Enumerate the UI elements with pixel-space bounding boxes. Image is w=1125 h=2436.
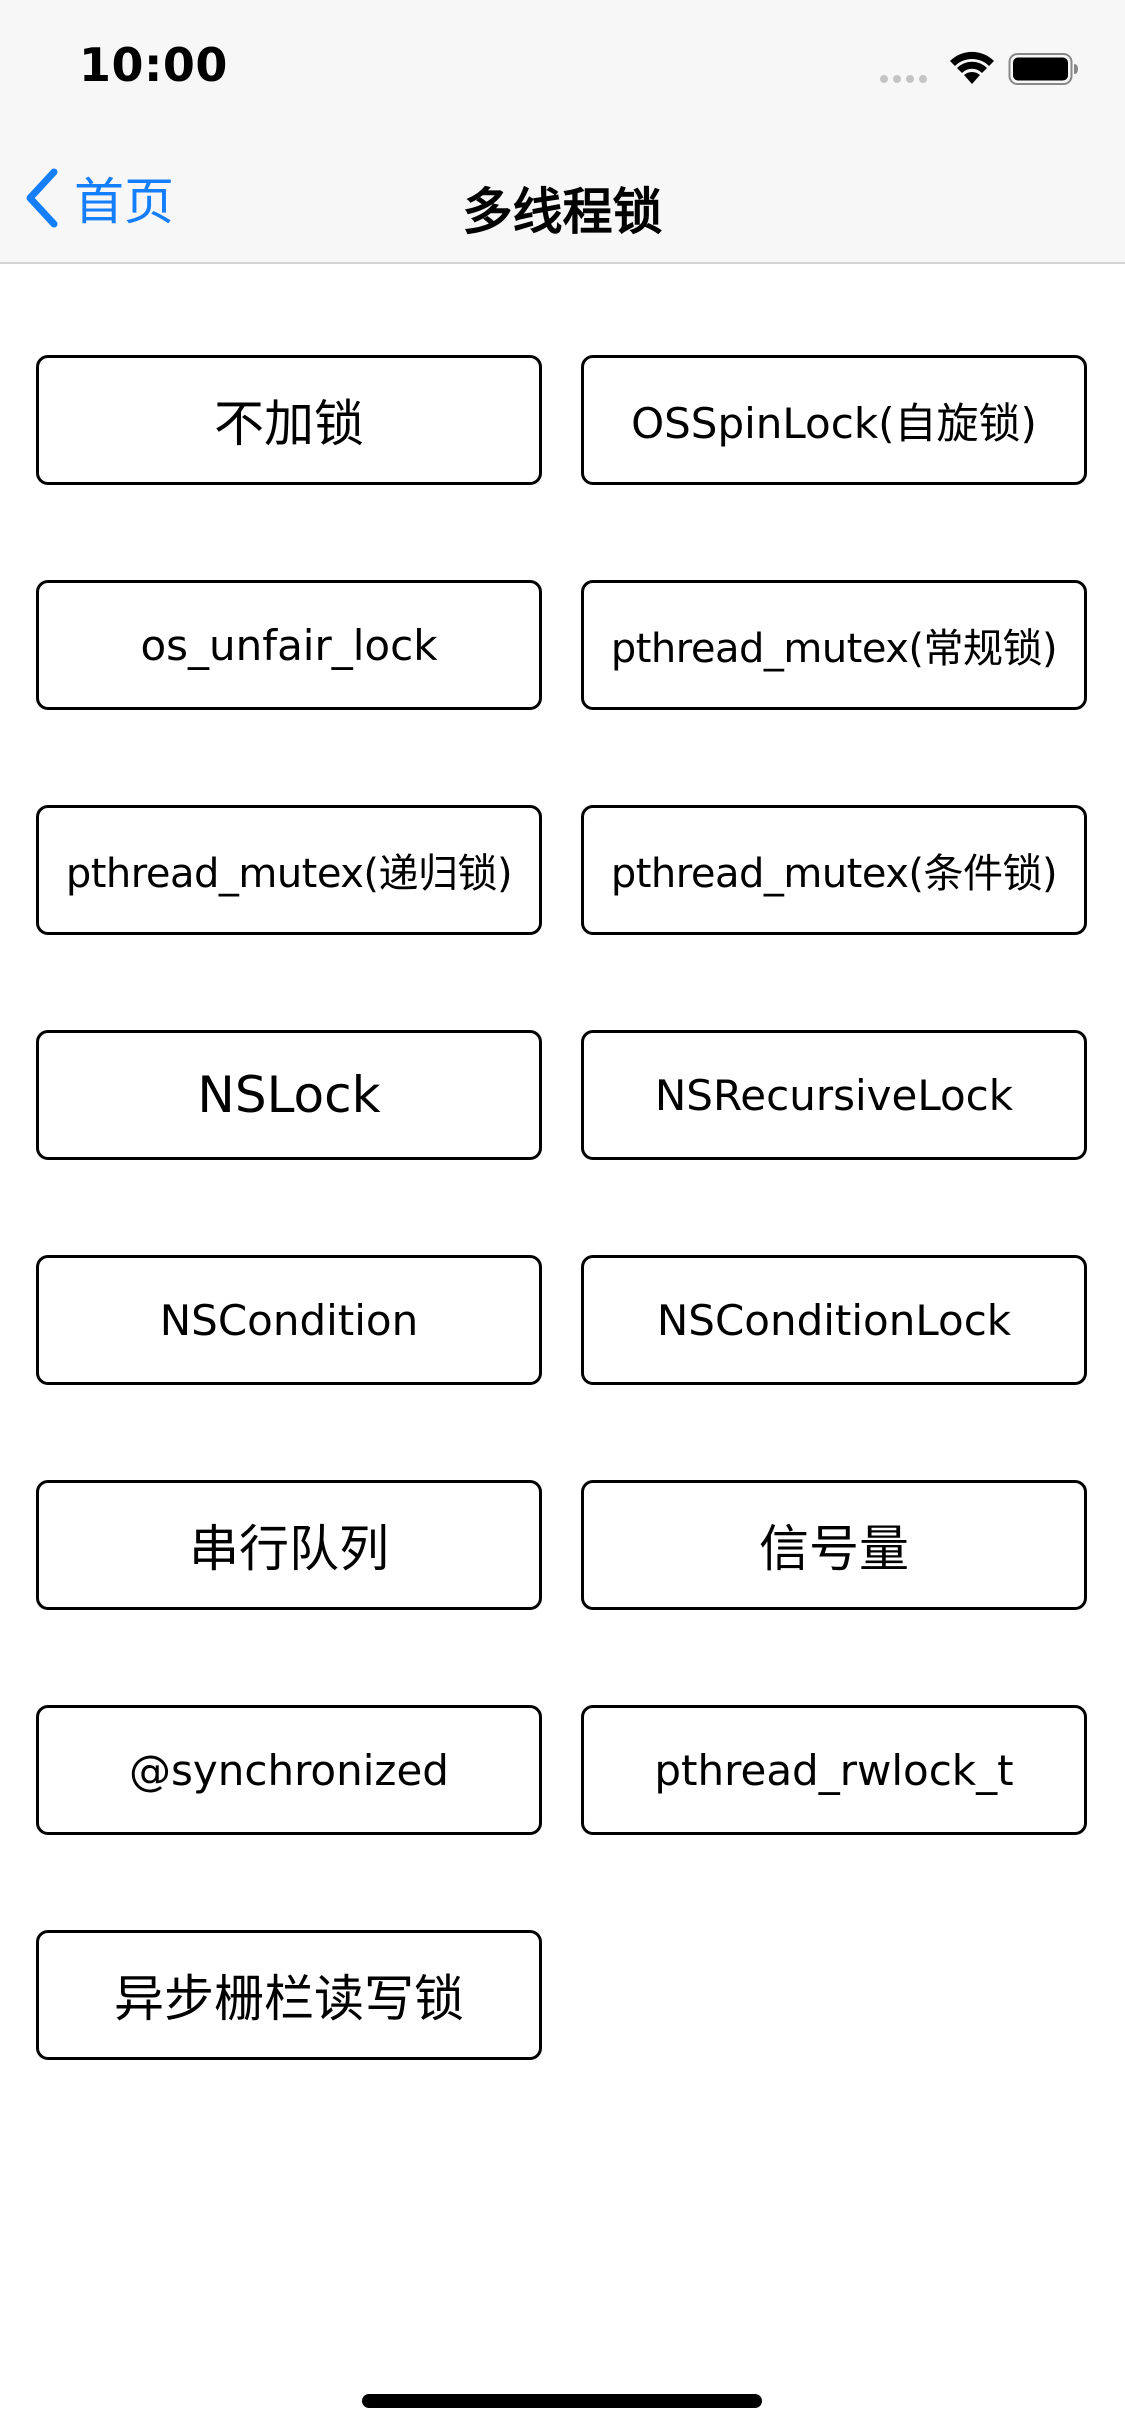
pthread-rwlock-button[interactable]: pthread_rwlock_t xyxy=(581,1705,1087,1835)
os-unfair-lock-button[interactable]: os_unfair_lock xyxy=(36,580,542,710)
page-title: 多线程锁 xyxy=(462,183,663,241)
semaphore-button[interactable]: 信号量 xyxy=(581,1480,1087,1610)
navigation-bar: 首页 多线程锁 xyxy=(0,132,1125,264)
pthread-mutex-recursive-button[interactable]: pthread_mutex(递归锁) xyxy=(36,805,542,935)
home-indicator[interactable] xyxy=(362,2394,762,2408)
battery-icon xyxy=(1008,53,1078,85)
serial-queue-button[interactable]: 串行队列 xyxy=(36,1480,542,1610)
osspinlock-button[interactable]: OSSpinLock(自旋锁) xyxy=(581,355,1087,485)
pthread-mutex-condition-button[interactable]: pthread_mutex(条件锁) xyxy=(581,805,1087,935)
pthread-mutex-normal-button[interactable]: pthread_mutex(常规锁) xyxy=(581,580,1087,710)
async-barrier-rwlock-button[interactable]: 异步栅栏读写锁 xyxy=(36,1930,542,2060)
status-bar: 10:00 xyxy=(0,0,1125,132)
nsconditionlock-button[interactable]: NSConditionLock xyxy=(581,1255,1087,1385)
cellular-signal-icon xyxy=(880,75,927,83)
nsrecursivelock-button[interactable]: NSRecursiveLock xyxy=(581,1030,1087,1160)
nscondition-button[interactable]: NSCondition xyxy=(36,1255,542,1385)
no-lock-button[interactable]: 不加锁 xyxy=(36,355,542,485)
wifi-icon xyxy=(950,51,994,84)
synchronized-button[interactable]: @synchronized xyxy=(36,1705,542,1835)
nslock-button[interactable]: NSLock xyxy=(36,1030,542,1160)
status-time: 10:00 xyxy=(79,38,228,92)
